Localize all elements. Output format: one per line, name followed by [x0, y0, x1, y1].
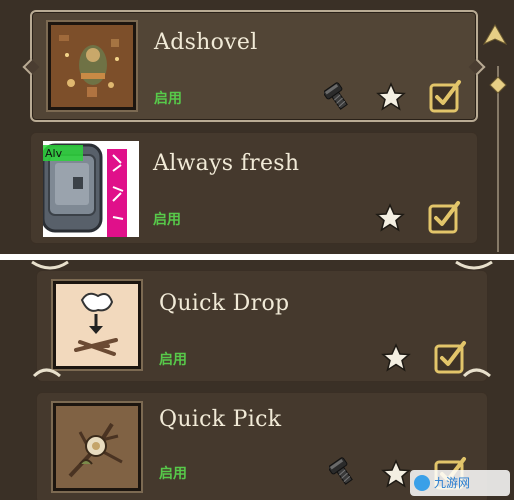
favorite-star-icon[interactable]: [376, 82, 406, 112]
scroll-up-arrow-icon[interactable]: [483, 24, 507, 46]
site-watermark: 九游网: [410, 470, 510, 496]
mod-thumbnail-quick-pick: [53, 403, 141, 491]
mod-title: Always fresh: [153, 151, 300, 176]
thumbnail-overlay-text: Alv: [45, 147, 63, 160]
scroll-thumb-icon[interactable]: [489, 76, 507, 94]
mod-thumbnail-quick-drop: [53, 281, 141, 369]
server-only-icon[interactable]: [329, 457, 355, 487]
mod-title: Adshovel: [154, 30, 258, 55]
scrollbar[interactable]: [483, 24, 507, 252]
watermark-text: 九游网: [434, 476, 471, 490]
corner-ornament-icon: [32, 366, 62, 378]
mod-status-enabled: 启用: [154, 91, 182, 107]
mod-list-panel-top: Adshovel 启用 Alv Always fresh 启用: [0, 0, 514, 254]
mod-status-enabled: 启用: [159, 352, 187, 368]
watermark-logo-icon: [414, 475, 430, 491]
favorite-star-icon[interactable]: [381, 343, 411, 373]
server-only-icon[interactable]: [324, 82, 350, 112]
mod-thumbnail-adshovel: [48, 22, 136, 110]
mod-list-panel-bottom: Quick Drop 启用 Quick Pick 启用: [0, 260, 514, 500]
corner-ornament-icon: [462, 366, 492, 378]
favorite-star-icon[interactable]: [381, 459, 411, 489]
mod-title: Quick Pick: [159, 407, 282, 432]
mod-title: Quick Drop: [159, 291, 290, 316]
enabled-checkbox-icon[interactable]: [428, 78, 464, 114]
mod-thumbnail-always-fresh: Alv: [43, 141, 139, 237]
mod-status-enabled: 启用: [159, 466, 187, 482]
mod-card-adshovel[interactable]: Adshovel 启用: [30, 10, 478, 122]
favorite-star-icon[interactable]: [375, 203, 405, 233]
mod-card-always-fresh[interactable]: Alv Always fresh 启用: [30, 132, 478, 244]
enabled-checkbox-icon[interactable]: [427, 199, 463, 235]
mod-status-enabled: 启用: [153, 212, 181, 228]
mod-card-quick-drop[interactable]: Quick Drop 启用: [36, 270, 488, 382]
